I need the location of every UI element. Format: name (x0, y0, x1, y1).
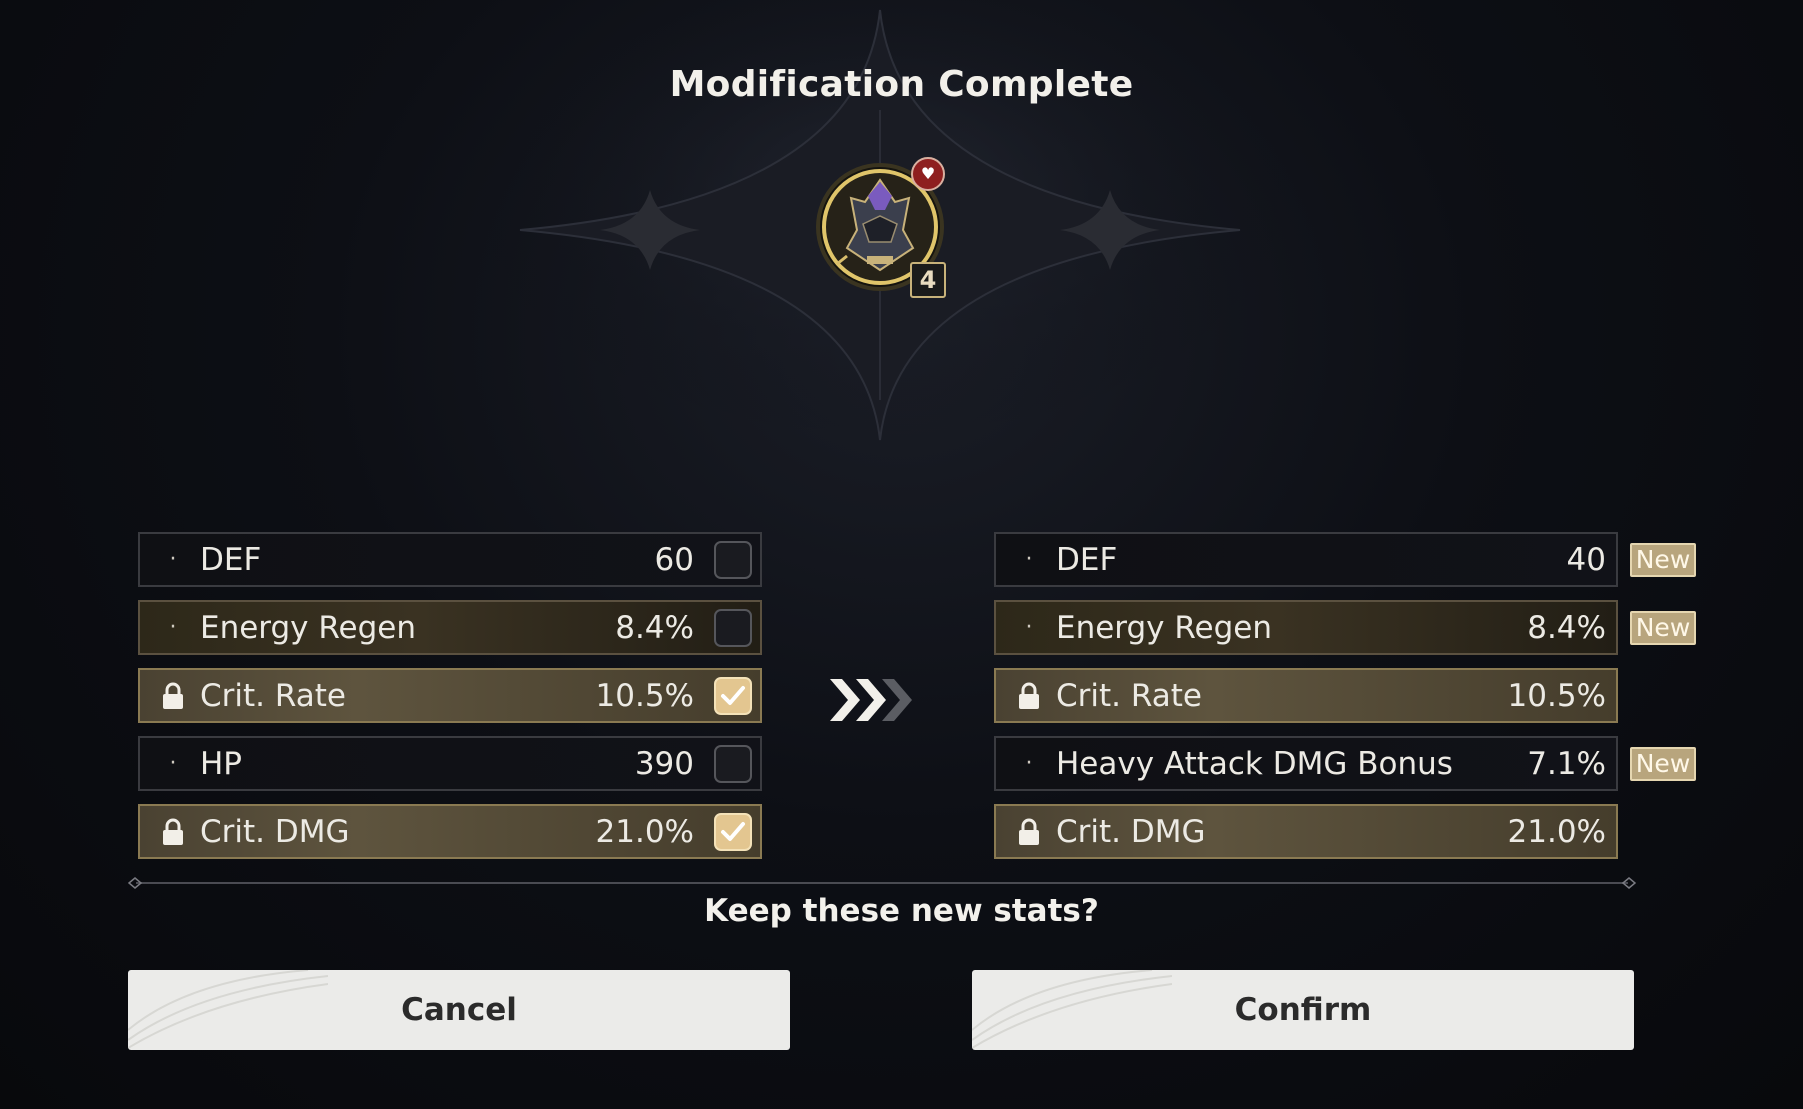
confirm-question: Keep these new stats? (704, 893, 1099, 929)
button-swirl-decoration (128, 970, 328, 1049)
stat-label: Crit. Rate (1056, 677, 1202, 714)
stat-label: Energy Regen (1056, 609, 1273, 646)
chevrons-right-icon (830, 679, 912, 721)
current-stats-panel: · DEF 60 · Energy Regen 8.4% Crit. Rate … (138, 532, 762, 872)
stat-label: DEF (200, 541, 262, 578)
stat-value: 21.0% (1507, 813, 1606, 850)
new-badge: New (1630, 611, 1696, 645)
lock-checkbox-checked[interactable] (714, 676, 752, 715)
lock-checkbox[interactable] (714, 744, 752, 783)
bullet-icon: · (169, 615, 177, 640)
stat-row-crit-rate: Crit. Rate 10.5% (138, 668, 762, 723)
lock-icon (158, 682, 188, 710)
stat-value: 10.5% (595, 677, 694, 714)
bullet-icon: · (1025, 751, 1033, 776)
stat-label: Crit. DMG (1056, 813, 1206, 850)
stat-row-crit-dmg: Crit. DMG 21.0% (138, 804, 762, 859)
stat-row-hp: · HP 390 (138, 736, 762, 791)
stat-value: 60 (654, 541, 694, 578)
stat-value: 8.4% (615, 609, 694, 646)
bullet-icon: · (169, 751, 177, 776)
stat-label: Heavy Attack DMG Bonus (1056, 745, 1453, 782)
stat-value: 21.0% (595, 813, 694, 850)
lock-icon (1014, 818, 1044, 846)
stat-value: 10.5% (1507, 677, 1606, 714)
stat-value: 7.1% (1527, 745, 1606, 782)
bullet-icon: · (1025, 547, 1033, 572)
confirm-button-label: Confirm (1234, 992, 1372, 1028)
cancel-button-label: Cancel (401, 992, 517, 1028)
button-swirl-decoration (972, 970, 1172, 1049)
dialog-title: Modification Complete (669, 64, 1134, 105)
checkmark-icon (721, 821, 745, 841)
new-stat-row-heavy-attack: · Heavy Attack DMG Bonus 7.1% New (994, 736, 1696, 791)
cancel-button[interactable]: Cancel (128, 970, 790, 1050)
stat-row-def: · DEF 60 (138, 532, 762, 587)
new-stat-row-crit-dmg: Crit. DMG 21.0% (994, 804, 1618, 859)
checkmark-icon (721, 685, 745, 705)
new-stat-row-energy-regen: · Energy Regen 8.4% New (994, 600, 1696, 655)
bullet-icon: · (169, 547, 177, 572)
divider (128, 877, 1636, 889)
new-stat-row-crit-rate: Crit. Rate 10.5% (994, 668, 1618, 723)
echo-level-badge: 4 (910, 262, 946, 298)
confirm-button[interactable]: Confirm (972, 970, 1634, 1050)
stat-value: 8.4% (1527, 609, 1606, 646)
stat-label: HP (200, 745, 243, 782)
lock-icon (158, 818, 188, 846)
stat-value: 390 (634, 745, 694, 782)
lock-checkbox[interactable] (714, 608, 752, 647)
new-badge: New (1630, 543, 1696, 577)
lock-checkbox-checked[interactable] (714, 812, 752, 851)
lock-checkbox[interactable] (714, 540, 752, 579)
heart-shield-icon: ♥ (911, 157, 945, 191)
new-stats-panel: · DEF 40 New · Energy Regen 8.4% New Cri… (994, 532, 1696, 872)
stat-value: 40 (1566, 541, 1606, 578)
stat-label: DEF (1056, 541, 1118, 578)
new-stat-row-def: · DEF 40 New (994, 532, 1696, 587)
bullet-icon: · (1025, 615, 1033, 640)
stat-label: Crit. Rate (200, 677, 346, 714)
lock-icon (1014, 682, 1044, 710)
stat-label: Crit. DMG (200, 813, 350, 850)
stat-label: Energy Regen (200, 609, 417, 646)
new-badge: New (1630, 747, 1696, 781)
stat-row-energy-regen: · Energy Regen 8.4% (138, 600, 762, 655)
